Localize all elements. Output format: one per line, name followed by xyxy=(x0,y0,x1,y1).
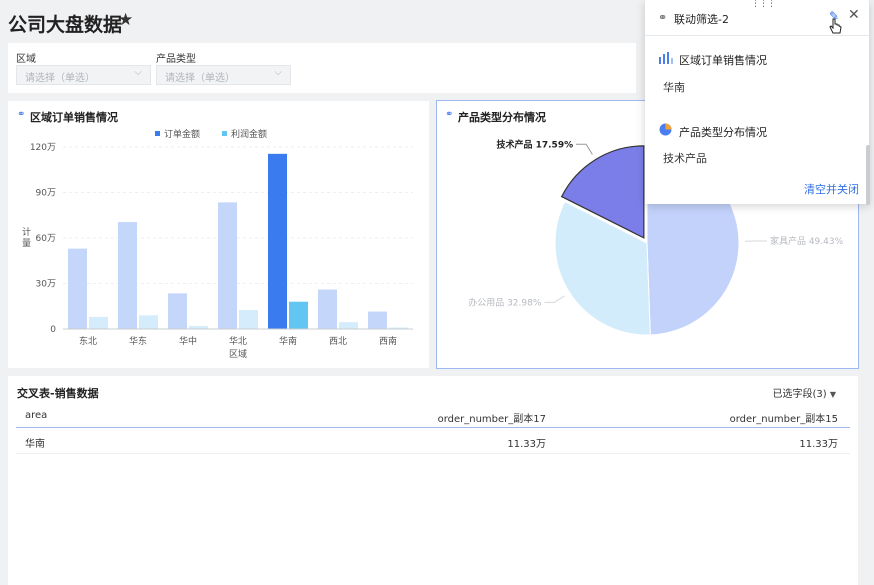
bar-order-amount[interactable] xyxy=(68,248,87,329)
pie-label-leader xyxy=(576,143,593,155)
pie-slice-label: 技术产品 17.59% xyxy=(496,138,573,150)
caret-down-icon: ▼ xyxy=(829,390,836,399)
chevron-down-icon: ⌵ xyxy=(134,67,142,78)
bar-order-amount[interactable] xyxy=(368,311,387,329)
drag-handle-icon[interactable]: ⋮⋮⋮ xyxy=(751,0,776,9)
bar-profit-amount[interactable] xyxy=(89,316,108,329)
clear-and-close-button[interactable]: 清空并关闭 xyxy=(804,181,859,197)
table-cell-order-15: 11.33万 xyxy=(799,439,838,450)
pie-slice-label: 家具产品 49.43% xyxy=(770,235,844,247)
x-axis-label: 区域 xyxy=(229,348,247,360)
y-axis-label: 计量 xyxy=(22,226,31,249)
hand-cursor-icon xyxy=(829,18,842,34)
bar-chart-icon xyxy=(659,52,673,64)
filter-label-product-type: 产品类型 xyxy=(156,54,196,65)
selected-fields-dropdown[interactable]: 已选字段(3) ▼ xyxy=(772,385,836,400)
bar-order-amount[interactable] xyxy=(168,293,187,329)
popup-section-bar-value[interactable]: 华南 xyxy=(663,79,685,95)
table-cell-area: 华南 xyxy=(25,439,45,450)
product-type-select-placeholder: 请选择（单选） xyxy=(165,73,235,84)
bar-profit-amount[interactable] xyxy=(339,322,358,329)
product-type-select[interactable]: 请选择（单选） ⌵ xyxy=(156,65,291,85)
table-row-divider xyxy=(16,453,850,454)
chevron-down-icon: ⌵ xyxy=(274,67,282,78)
bar-profit-amount[interactable] xyxy=(239,310,258,329)
filter-label-region: 区域 xyxy=(16,54,36,65)
column-header-order-17[interactable]: order_number_副本17 xyxy=(438,410,546,425)
y-tick-label: 60万 xyxy=(36,234,56,244)
x-tick-label: 华北 xyxy=(229,335,247,347)
region-select-placeholder: 请选择（单选） xyxy=(25,73,95,84)
table-cell-order-17: 11.33万 xyxy=(507,439,546,450)
cross-table-card: 交叉表-销售数据 已选字段(3) ▼ area order_number_副本1… xyxy=(8,376,858,585)
legend-label[interactable]: 利润金额 xyxy=(231,128,267,140)
y-tick-label: 90万 xyxy=(36,189,56,199)
x-tick-label: 华南 xyxy=(279,335,297,347)
scrollbar-thumb[interactable] xyxy=(866,145,870,205)
y-tick-label: 120万 xyxy=(30,143,56,153)
pie-slice-label: 办公用品 32.98% xyxy=(468,296,542,308)
column-header-area[interactable]: area xyxy=(25,410,47,421)
popup-section-pie-value[interactable]: 技术产品 xyxy=(663,150,707,166)
x-tick-label: 东北 xyxy=(79,335,97,347)
pie-label-leader xyxy=(544,295,565,303)
bar-chart: 0 30万 60万 90万 120万计量 订单金额 利润金额东北 华东 华中 华北 华南 西北 西南区域 xyxy=(22,128,413,360)
popup-section-pie-title: 产品类型分布情况 xyxy=(679,126,767,139)
legend-label[interactable]: 订单金额 xyxy=(164,128,200,140)
close-icon[interactable]: ✕ xyxy=(848,7,860,23)
region-select[interactable]: 请选择（单选） ⌵ xyxy=(16,65,151,85)
selected-fields-label: 已选字段(3) xyxy=(772,389,827,400)
bar-profit-amount[interactable] xyxy=(289,301,308,329)
star-icon[interactable]: ★ xyxy=(118,10,133,30)
bar-order-amount[interactable] xyxy=(268,153,287,329)
filter-panel: 区域 请选择（单选） ⌵ 产品类型 请选择（单选） ⌵ xyxy=(8,43,636,93)
pie-chart-icon xyxy=(659,123,672,136)
legend-swatch xyxy=(222,131,227,136)
table-header-divider xyxy=(16,427,850,428)
x-tick-label: 西南 xyxy=(379,335,397,347)
legend-swatch xyxy=(155,131,160,136)
bar-order-amount[interactable] xyxy=(218,202,237,329)
bar-order-amount[interactable] xyxy=(118,222,137,329)
bar-profit-amount[interactable] xyxy=(139,315,158,329)
popup-title: 联动筛选-2 xyxy=(674,13,729,26)
y-tick-label: 0 xyxy=(50,325,56,335)
x-tick-label: 西北 xyxy=(329,336,347,347)
bar-chart-card: ⚭ 区域订单销售情况 0 30万 60万 90万 120万 计量 订单金额 利润金额 东北 华东华… xyxy=(8,101,429,368)
dashboard-title: 公司大盘数据 xyxy=(8,14,123,36)
table-title: 交叉表-销售数据 xyxy=(17,387,99,400)
y-tick-label: 30万 xyxy=(36,280,56,290)
column-header-order-15[interactable]: order_number_副本15 xyxy=(730,410,838,425)
bar-order-amount[interactable] xyxy=(318,289,337,329)
link-icon: ⚭ xyxy=(658,11,668,24)
x-tick-label: 华东 xyxy=(129,335,147,347)
popup-section-bar-title: 区域订单销售情况 xyxy=(679,54,767,67)
x-tick-label: 华中 xyxy=(179,335,197,347)
